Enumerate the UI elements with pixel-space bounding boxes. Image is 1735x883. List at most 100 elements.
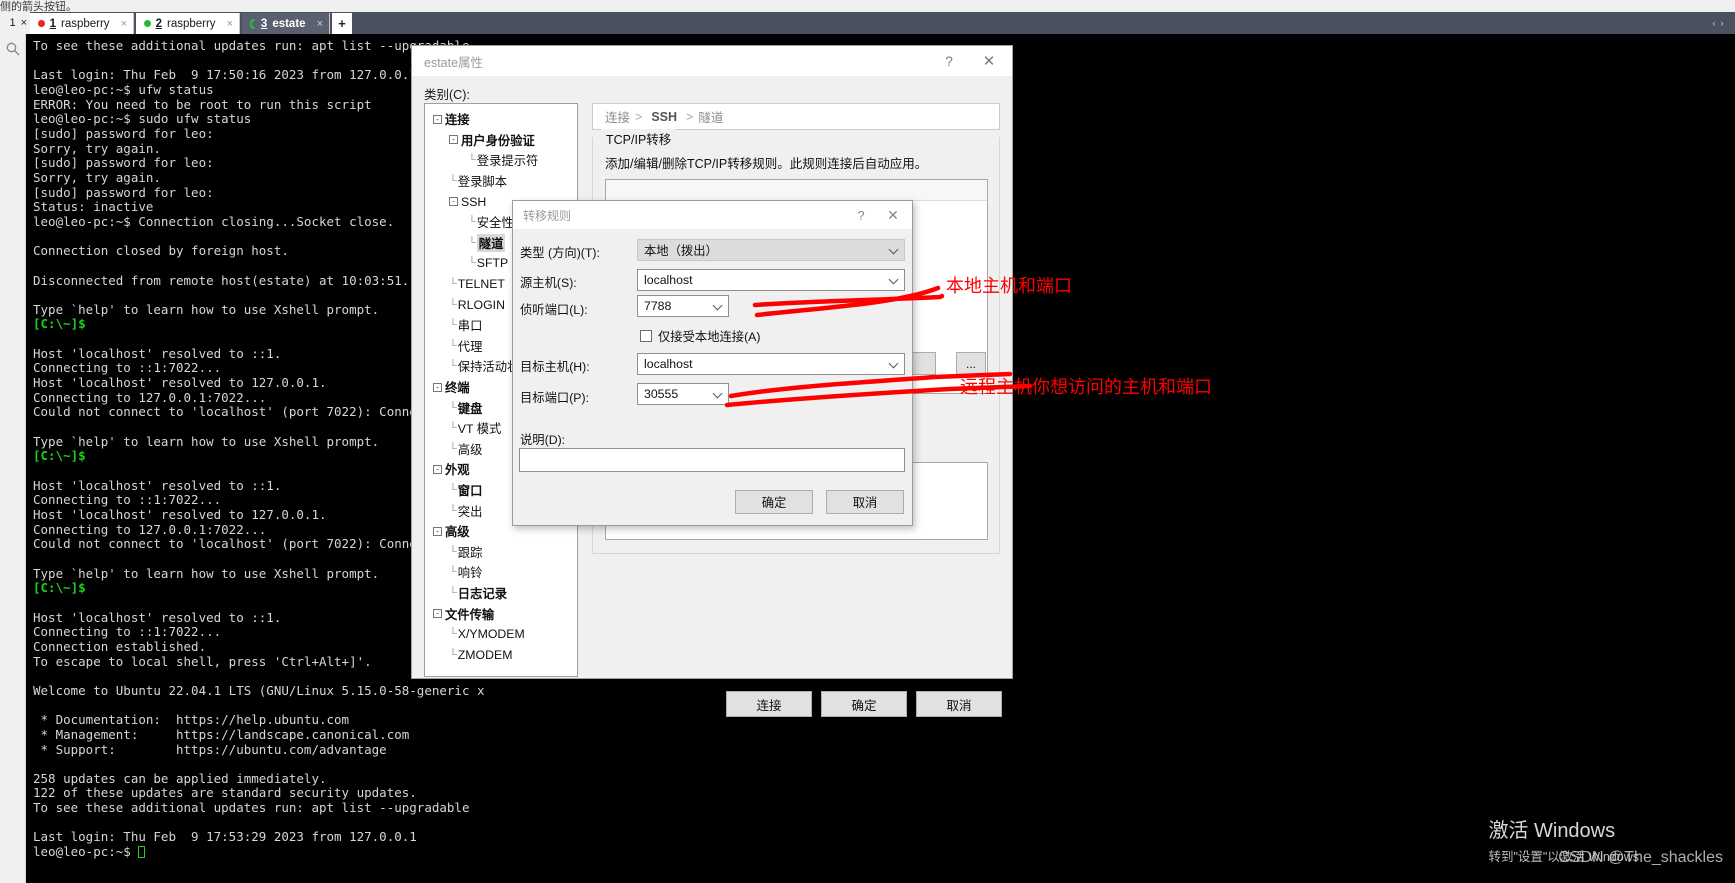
tree-branch-icon: └ [449,442,457,455]
tree-item-label: 隧道 [476,233,506,252]
terminal-line: * Support: https://ubuntu.com/advantage [33,741,387,757]
chevron-down-icon[interactable] [712,388,723,399]
tree-branch-icon: └ [449,566,457,579]
category-label: 类别(C): [424,88,470,102]
tree-item-label: 高级 [445,525,470,540]
tree-item-跟踪[interactable]: └ 跟踪 [425,541,577,562]
help-icon[interactable]: ? [846,201,876,229]
dest-host-input[interactable]: localhost [637,353,905,375]
tree-item-label: 日志记录 [457,586,507,601]
local-only-checkbox-row[interactable]: 仅接受本地连接(A) [640,327,760,345]
tree-item-label: 跟踪 [457,545,483,560]
tree-branch-icon: └ [449,628,457,641]
terminal-line: To see these additional updates run: apt… [33,800,470,816]
tree-branch-icon: └ [449,339,457,352]
rule-dialog-title: 转移规则 [523,208,572,223]
left-icon-rail [0,34,26,883]
tab-number: 3 [260,17,268,30]
close-icon[interactable]: ✕ [972,46,1006,76]
rule-cancel-button[interactable]: 取消 [826,490,904,514]
rule-ok-button[interactable]: 确定 [735,490,813,514]
chevron-down-icon[interactable] [888,358,899,369]
tree-branch-icon: └ [468,154,476,167]
terminal-line: 258 updates can be applied immediately. [33,770,327,786]
terminal-prompt: [C:\~]$ [33,316,86,332]
dest-port-value: 30555 [644,387,679,401]
help-icon[interactable]: ? [932,46,966,76]
tab-raspberry-1[interactable]: 1 raspberry × [30,13,134,34]
tree-item-X/YMODEM[interactable]: └ X/YMODEM [425,624,577,645]
tab-label: raspberry [166,17,216,30]
annotation-remote-text: 远程主机你想访问的主机和端口 [960,377,1212,397]
tree-branch-icon: └ [449,360,457,373]
annotation-local-text: 本地主机和端口 [946,276,1072,296]
tree-expander-icon[interactable]: - [449,135,458,145]
ok-button[interactable]: 确定 [821,691,907,717]
type-direction-select[interactable]: 本地（拨出） [637,239,905,261]
tcp-forward-group-title: TCP/IP转移 [601,129,677,148]
csdn-watermark: CSDN @The_shackles [1558,849,1723,866]
source-host-input[interactable]: localhost [637,269,905,291]
cancel-button[interactable]: 取消 [916,691,1002,717]
source-host-value: localhost [644,273,693,287]
tree-branch-icon: └ [468,236,476,249]
tree-expander-icon[interactable]: - [433,114,442,124]
close-icon[interactable]: × [317,18,323,30]
listen-port-input[interactable]: 7788 [637,295,729,317]
tabbar-left-controls[interactable]: 1 × [0,12,30,34]
dest-host-value: localhost [644,357,693,371]
tree-branch-icon: └ [449,298,457,311]
tree-branch-icon: └ [449,586,457,599]
xshell-main-window: 侧的箭头按钮。 1 × 1 raspberry × 2 raspberry × 3 estat… [0,0,1735,883]
chevron-down-icon[interactable] [888,274,899,285]
chevron-down-icon[interactable] [712,300,723,311]
tree-item-label: VT 模式 [457,422,502,437]
tree-item-用户身份验证[interactable]: - 用户身份验证 [425,130,577,151]
terminal-cursor [138,846,146,859]
tree-item-登录脚本[interactable]: └ 登录脚本 [425,171,577,192]
chevron-down-icon [888,244,899,255]
close-icon[interactable]: × [227,18,233,30]
rules-more-button[interactable]: ... [956,352,986,375]
close-icon[interactable]: ✕ [878,201,908,229]
tree-expander-icon[interactable]: - [433,464,442,474]
tree-item-文件传输[interactable]: - 文件传输 [425,603,577,624]
new-tab-button[interactable]: + [332,13,352,34]
tree-item-label: 串口 [457,319,483,334]
tree-item-登录提示符[interactable]: └ 登录提示符 [425,150,577,171]
tree-item-ZMODEM[interactable]: └ ZMODEM [425,644,577,665]
checkbox-icon[interactable] [640,330,652,342]
tcp-forward-description: 添加/编辑/删除TCP/IP转移规则。此规则连接后自动应用。 [605,157,928,171]
tree-item-label: 窗口 [457,483,483,498]
chevron-left-icon[interactable]: ‹ [1713,18,1716,28]
search-icon[interactable] [5,41,21,57]
close-icon[interactable]: × [121,18,127,30]
chevron-right-icon[interactable]: › [1721,18,1724,28]
tree-item-连接[interactable]: - 连接 [425,109,577,130]
loading-spinner-icon [250,18,256,29]
forward-rules-list-header [606,180,987,201]
tree-item-日志记录[interactable]: └ 日志记录 [425,583,577,604]
terminal-line: 122 of these updates are standard securi… [33,785,417,801]
tab-estate-3[interactable]: 3 estate × [242,13,330,34]
tree-branch-icon: └ [449,401,457,414]
dest-port-input[interactable]: 30555 [637,383,729,405]
tree-expander-icon[interactable]: - [433,526,442,536]
breadcrumb-root: 连接 [605,111,631,125]
breadcrumb: 连接 > SSH > 隧道 [592,103,1000,130]
tab-raspberry-2[interactable]: 2 raspberry × [136,13,240,34]
tree-branch-icon: └ [449,422,457,435]
close-icon[interactable]: × [21,17,27,29]
tree-item-label: 响铃 [457,566,483,581]
tree-expander-icon[interactable]: - [449,197,458,207]
terminal-line: Last login: Thu Feb 9 17:53:29 2023 from… [33,829,417,845]
tabbar-nav-controls[interactable]: ‹ › [1701,12,1735,34]
tree-expander-icon[interactable]: - [433,382,442,392]
tree-expander-icon[interactable]: - [433,609,442,619]
tree-item-label: 文件传输 [445,607,495,622]
tree-item-响铃[interactable]: └ 响铃 [425,562,577,583]
connect-button[interactable]: 连接 [726,691,812,717]
description-input[interactable] [519,448,905,472]
